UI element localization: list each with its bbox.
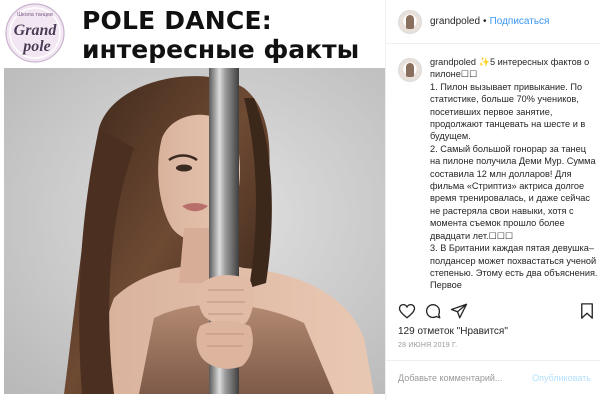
caption-fact-1: 1. Пилон вызывает привыкание. По статист…: [430, 81, 586, 142]
caption-username[interactable]: grandpoled: [430, 57, 476, 67]
caption-avatar[interactable]: [398, 58, 422, 82]
post-date[interactable]: 28 ИЮНЯ 2019 Г.: [398, 342, 457, 349]
heart-icon[interactable]: [398, 302, 416, 320]
image-header: Школа танцев Grand pole POLE DANCE: инте…: [0, 0, 385, 68]
action-bar: [396, 300, 596, 324]
bookmark-icon[interactable]: [578, 302, 596, 320]
username-link[interactable]: grandpoled: [430, 16, 480, 27]
caption-line-0: grandpoled ✨5 интересных фактов о пилоне…: [430, 56, 598, 81]
grand-pole-logo: Школа танцев Grand pole: [5, 3, 65, 63]
comment-bar: Добавьте комментарий... Опубликовать: [386, 360, 600, 400]
post-side-panel: grandpoled • Подписаться grandpoled ✨5 и…: [385, 0, 600, 400]
post-image[interactable]: Школа танцев Grand pole POLE DANCE: инте…: [0, 0, 385, 400]
post-header: grandpoled • Подписаться: [386, 0, 600, 44]
likes-count[interactable]: 129 отметок "Нравится": [398, 326, 508, 337]
caption-fact-3: 3. В Британии каждая пятая девушка–полда…: [430, 243, 598, 291]
headline: POLE DANCE: интересные факты: [82, 6, 382, 64]
avatar[interactable]: [398, 9, 422, 34]
logo-top-text: Школа танцев: [17, 12, 53, 18]
follow-button[interactable]: Подписаться: [490, 16, 550, 27]
woman-with-pole-photo: [4, 68, 385, 394]
caption-fact-2: 2. Самый большой гонорар за танец на пил…: [430, 143, 596, 241]
caption-text: grandpoled ✨5 интересных фактов о пилоне…: [430, 56, 598, 292]
headline-line-1: POLE DANCE:: [82, 6, 272, 35]
headline-line-2: интересные факты: [82, 35, 360, 64]
logo-main-text-1: Grand: [14, 22, 58, 39]
share-icon[interactable]: [450, 302, 468, 320]
caption: grandpoled ✨5 интересных фактов о пилоне…: [398, 56, 598, 292]
logo-main-text-2: pole: [21, 38, 51, 55]
comment-icon[interactable]: [424, 302, 442, 320]
comment-input[interactable]: Добавьте комментарий...: [398, 373, 502, 383]
publish-button[interactable]: Опубликовать: [532, 373, 591, 383]
photo-illustration: [4, 68, 385, 394]
header-separator: •: [483, 16, 487, 27]
